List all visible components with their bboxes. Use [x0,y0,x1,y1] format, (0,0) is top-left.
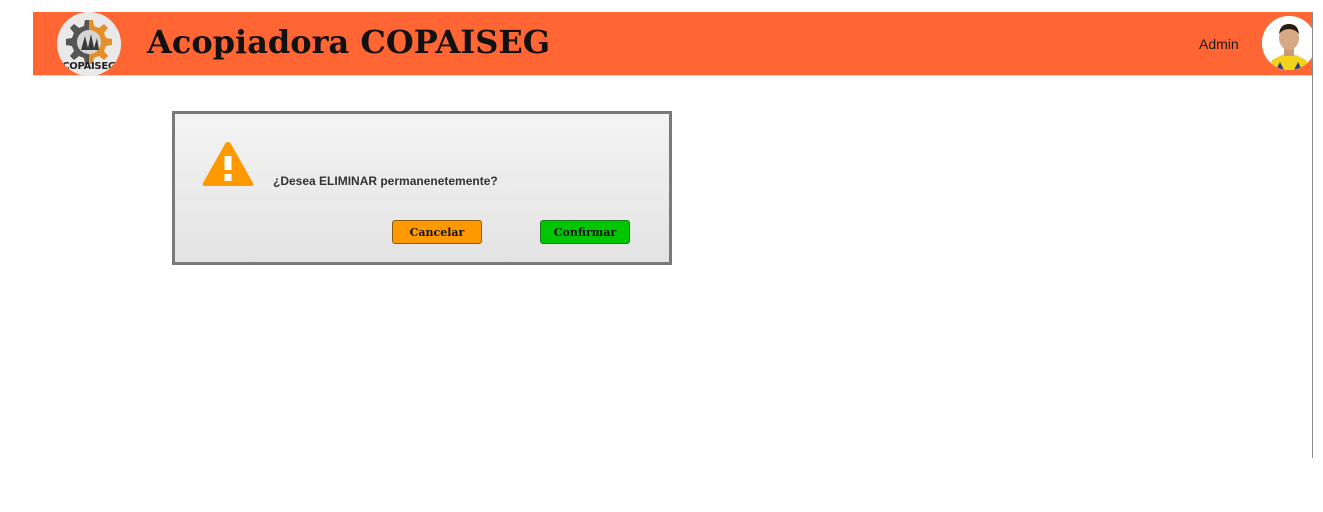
app-title: Acopiadora COPAISEG [147,23,551,61]
copaiseg-logo: COPAISEG [57,12,121,76]
logo-text: COPAISEG [62,61,116,72]
dialog-message: ¿Desea ELIMINAR permanenetemente? [273,174,498,188]
right-border-line [1312,12,1313,458]
confirm-delete-dialog: ¿Desea ELIMINAR permanenetemente? Cancel… [172,111,672,265]
cancel-button[interactable]: Cancelar [392,220,482,244]
warning-icon [202,142,254,186]
user-name[interactable]: Admin [1199,36,1239,52]
app-header: COPAISEG Acopiadora COPAISEG Admin [33,12,1316,76]
page: COPAISEG Acopiadora COPAISEG Admin ¿Dese… [0,0,1323,512]
confirm-button[interactable]: Confirmar [540,220,630,244]
avatar-photo-icon [1262,16,1316,70]
user-avatar[interactable] [1262,16,1316,70]
